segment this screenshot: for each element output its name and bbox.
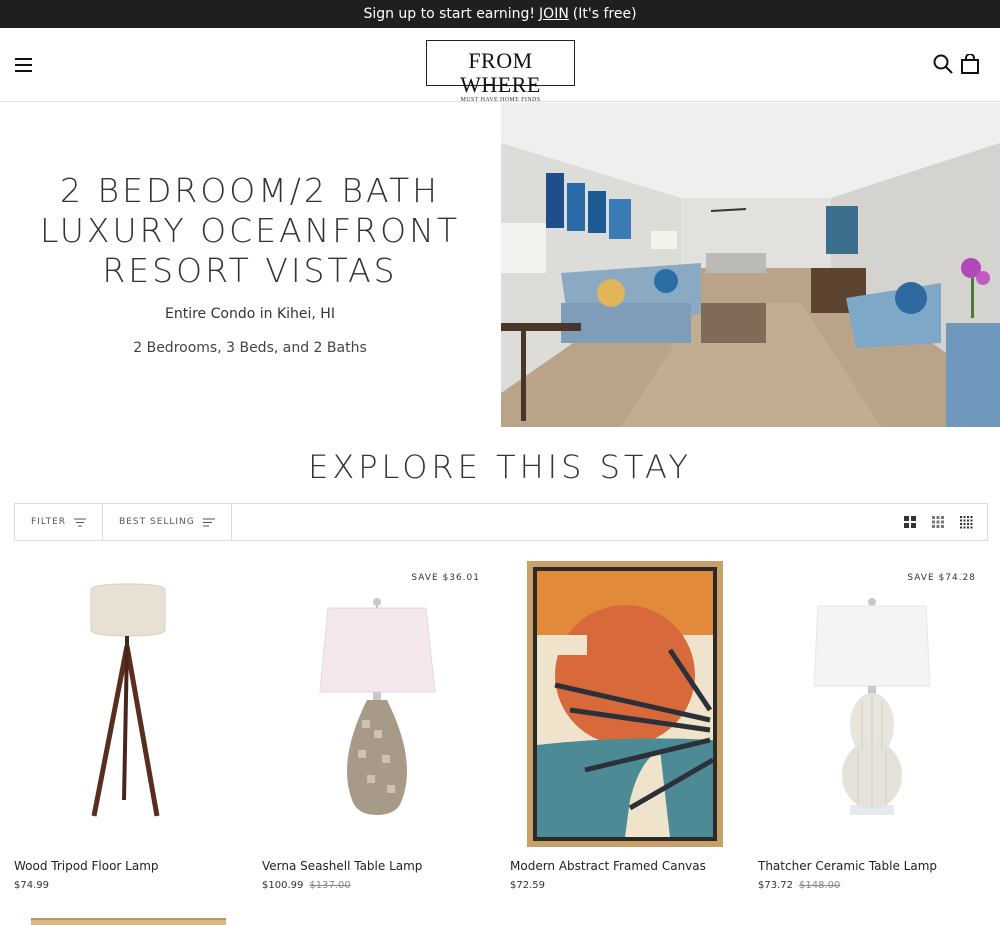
product-title[interactable]: Wood Tripod Floor Lamp	[14, 859, 159, 873]
cart-icon[interactable]	[960, 54, 980, 74]
section-title: EXPLORE THIS STAY	[308, 448, 692, 486]
logo-main: FROM WHERE	[460, 48, 541, 97]
menu-icon[interactable]	[15, 58, 32, 72]
hero-subtitle: Entire Condo in Kihei, HI	[165, 306, 335, 322]
filter-button[interactable]: FILTER	[15, 504, 104, 540]
search-icon[interactable]	[933, 54, 953, 74]
join-link[interactable]: JOIN	[539, 6, 569, 22]
announcement-text: Sign up to start earning!	[363, 6, 536, 22]
collection-toolbar: FILTER BEST SELLING	[14, 503, 988, 541]
product-title[interactable]: Modern Abstract Framed Canvas	[510, 859, 706, 873]
product-card[interactable]: Modern Abstract Framed Canvas $72.59	[510, 560, 740, 900]
product-title[interactable]: Verna Seashell Table Lamp	[262, 859, 422, 873]
sale-badge: SAVE $74.28	[907, 573, 976, 583]
hero-title: 2 BEDROOM/2 BATH LUXURY OCEANFRONT RESOR…	[40, 171, 460, 290]
announcement-bar: Sign up to start earning! JOIN (It's fre…	[0, 0, 1000, 28]
site-logo[interactable]: FROM WHERE MUST HAVE HOME FINDS	[426, 40, 575, 103]
next-product-image-peek	[31, 918, 226, 925]
grid-2-icon[interactable]	[903, 515, 917, 529]
filter-icon	[74, 518, 87, 526]
product-price: $74.99	[14, 880, 49, 891]
product-title[interactable]: Thatcher Ceramic Table Lamp	[758, 859, 937, 873]
sort-label: BEST SELLING	[119, 517, 195, 527]
product-image[interactable]	[14, 560, 244, 850]
hero-meta: 2 Bedrooms, 3 Beds, and 2 Baths	[133, 340, 367, 356]
product-price: $73.72 $148.00	[758, 880, 840, 891]
product-card[interactable]: SAVE $74.28 Thatcher Ceramic Table Lamp …	[758, 560, 988, 900]
product-image[interactable]	[262, 560, 492, 850]
price-compare: $137.00	[309, 880, 351, 891]
grid-3-icon[interactable]	[931, 515, 945, 529]
sort-button[interactable]: BEST SELLING	[103, 504, 232, 540]
site-header: FROM WHERE MUST HAVE HOME FINDS	[0, 28, 1000, 103]
price-current: $73.72	[758, 880, 793, 891]
hero-image	[501, 103, 1000, 427]
price-current: $72.59	[510, 880, 545, 891]
product-price: $72.59	[510, 880, 545, 891]
filter-label: FILTER	[31, 517, 67, 527]
sort-icon	[202, 518, 215, 526]
product-image[interactable]	[758, 560, 988, 850]
product-price: $100.99 $137.00	[262, 880, 351, 891]
grid-toggles	[903, 515, 973, 529]
product-image[interactable]	[510, 560, 740, 850]
price-current: $74.99	[14, 880, 49, 891]
price-current: $100.99	[262, 880, 304, 891]
sale-badge: SAVE $36.01	[411, 573, 480, 583]
price-compare: $148.00	[799, 880, 841, 891]
announcement-suffix: (It's free)	[572, 6, 637, 22]
hero-text: 2 BEDROOM/2 BATH LUXURY OCEANFRONT RESOR…	[0, 103, 500, 427]
product-card[interactable]: SAVE $36.01 Verna Seashell Table Lamp $1…	[262, 560, 492, 900]
product-card[interactable]: Wood Tripod Floor Lamp $74.99	[14, 560, 244, 900]
grid-4-icon[interactable]	[959, 515, 973, 529]
